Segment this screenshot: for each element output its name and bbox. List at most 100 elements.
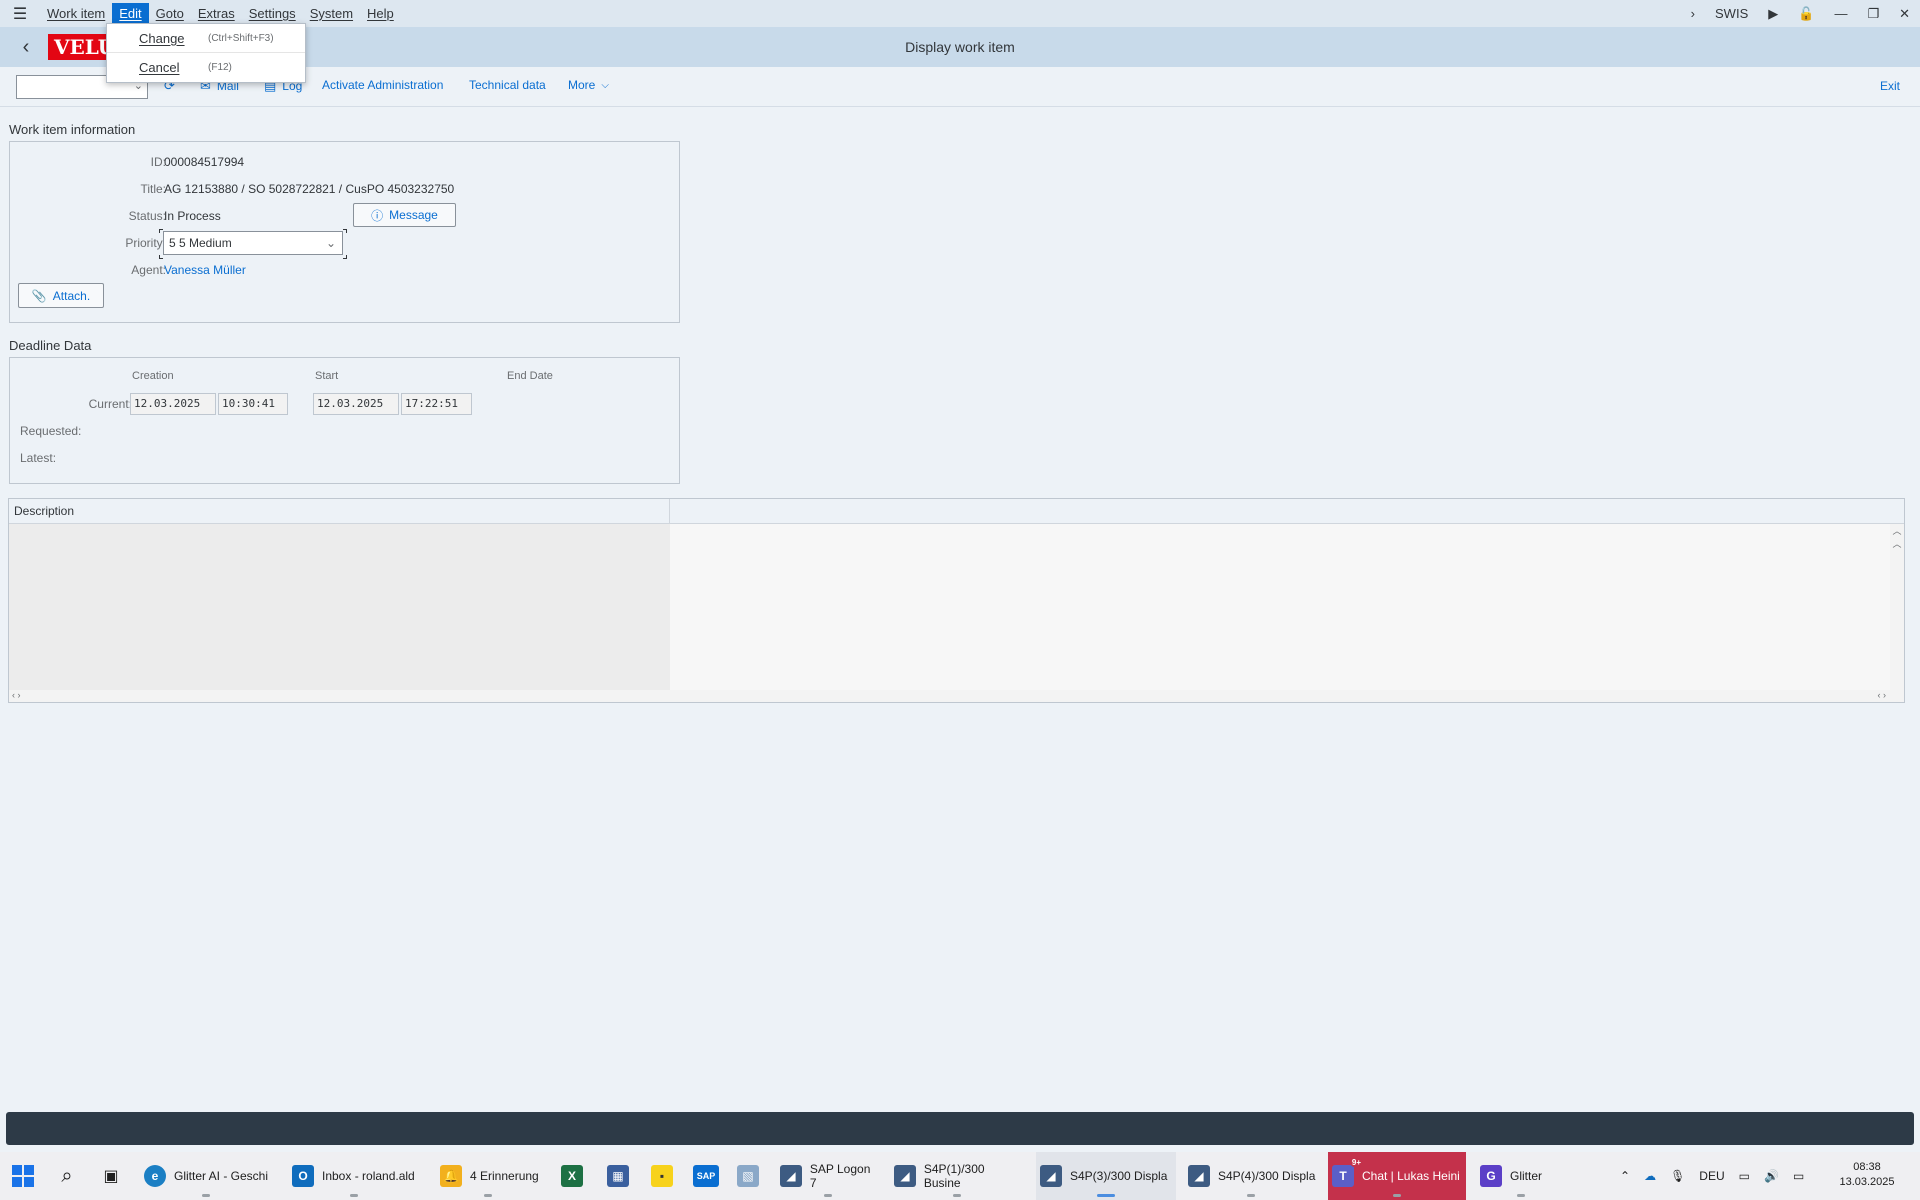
teams-icon: T 9+: [1332, 1158, 1363, 1187]
taskbar-item-s4p1[interactable]: ◢ S4P(1)/300 Busine: [890, 1152, 1024, 1200]
menu-goto[interactable]: Goto: [149, 3, 191, 25]
technical-data-button[interactable]: Technical data: [469, 78, 546, 92]
hamburger-menu-icon[interactable]: ☰: [0, 0, 40, 27]
taskbar-item-sap[interactable]: SAP: [689, 1152, 723, 1200]
outlook-icon: O: [292, 1165, 314, 1187]
calculator-icon: ▦: [607, 1165, 629, 1187]
clock[interactable]: 08:38 13.03.2025: [1832, 1160, 1902, 1190]
attachment-icon: 📎: [31, 288, 47, 303]
start-button[interactable]: [8, 1152, 38, 1200]
taskbar-item-label: Glitter: [1510, 1169, 1543, 1183]
focus-corner: [159, 255, 163, 259]
menu-edit[interactable]: Edit: [112, 2, 149, 25]
latest-label: Latest:: [20, 451, 57, 465]
notification-badge: 9+: [1349, 1158, 1363, 1167]
chevron-right-icon[interactable]: ›: [1681, 6, 1705, 21]
network-icon[interactable]: ▭: [1739, 1169, 1750, 1183]
menu-item-change[interactable]: Change (Ctrl+Shift+F3): [107, 24, 305, 52]
minimize-icon[interactable]: —: [1824, 6, 1857, 21]
menu-system[interactable]: System: [303, 3, 360, 25]
taskbar-item-sticky-notes[interactable]: ▪: [647, 1152, 677, 1200]
current-label: Current:: [88, 397, 132, 411]
focus-corner: [343, 255, 347, 259]
taskbar-item-teams[interactable]: T 9+ Chat | Lukas Heini: [1328, 1152, 1466, 1200]
menu-item-label: Change: [139, 30, 185, 46]
taskbar-item-image[interactable]: ▧: [733, 1152, 763, 1200]
edit-menu-dropdown: Change (Ctrl+Shift+F3) Cancel (F12): [106, 23, 306, 83]
windows-icon: [12, 1165, 34, 1187]
system-label: SWIS: [1715, 6, 1749, 21]
work-item-box: ID: 000084517994 Title: AG 12153880 / SO…: [9, 141, 680, 323]
attach-label: Attach.: [52, 288, 91, 303]
taskbar-item-outlook[interactable]: O Inbox - roland.ald: [288, 1152, 420, 1200]
taskbar-item-glitter[interactable]: G Glitter: [1476, 1152, 1566, 1200]
more-button[interactable]: More ⌵: [568, 78, 609, 92]
description-header: Description: [9, 499, 670, 524]
microphone-icon[interactable]: 🎙: [1670, 1169, 1685, 1183]
message-button[interactable]: ⓘ Message: [353, 203, 456, 227]
id-value: 000084517994: [164, 155, 245, 169]
chevron-up-icon[interactable]: ⌃: [1620, 1169, 1630, 1183]
task-view-icon[interactable]: ▣: [96, 1152, 126, 1200]
taskbar-item-label: 4 Erinnerung: [470, 1169, 539, 1183]
creation-date-field[interactable]: 12.03.2025: [130, 393, 216, 415]
scroll-right-icon[interactable]: ‹ ›: [1878, 690, 1887, 700]
excel-icon: X: [561, 1165, 583, 1187]
menu-settings[interactable]: Settings: [242, 3, 303, 25]
edge-icon: e: [144, 1165, 166, 1187]
menu-work-item[interactable]: Work item: [40, 3, 112, 25]
taskbar-item-s4p4[interactable]: ◢ S4P(4)/300 Displa: [1184, 1152, 1318, 1200]
chevron-down-icon: ⌄: [325, 236, 336, 250]
requested-label: Requested:: [20, 424, 82, 438]
horizontal-scrollbar[interactable]: ‹ › ‹ ›: [9, 690, 1904, 702]
system-tray: ⌃ ☁ 🎙 DEU ▭ 🔊 ▭: [1620, 1152, 1804, 1200]
column-end-date: End Date: [507, 370, 553, 382]
search-icon[interactable]: ⌕: [52, 1152, 82, 1200]
priority-select[interactable]: 5 5 Medium ⌄: [163, 231, 343, 255]
back-arrow-icon[interactable]: ‹: [14, 35, 38, 59]
sap-logon-icon: ◢: [780, 1165, 802, 1187]
activate-administration-button[interactable]: Activate Administration: [322, 78, 443, 92]
description-panel: Description ︿ ︿ ‹ › ‹ ›: [8, 498, 1905, 703]
taskbar-item-s4p3[interactable]: ◢ S4P(3)/300 Displa: [1036, 1152, 1176, 1200]
image-icon: ▧: [737, 1165, 759, 1187]
sticky-notes-icon: ▪: [651, 1165, 673, 1187]
exit-button[interactable]: Exit: [1880, 79, 1900, 93]
creation-time-field[interactable]: 10:30:41: [218, 393, 288, 415]
windows-taskbar: ⌕ ▣ e Glitter AI - Geschi O Inbox - rola…: [0, 1152, 1920, 1200]
taskbar-item-excel[interactable]: X: [557, 1152, 587, 1200]
status-bar: [6, 1112, 1914, 1145]
restore-icon[interactable]: ❐: [1857, 6, 1889, 22]
chevron-down-icon: ⌵: [601, 79, 609, 91]
unlock-icon[interactable]: 🔓: [1788, 6, 1824, 22]
battery-icon[interactable]: ▭: [1793, 1169, 1804, 1183]
start-time-field[interactable]: 17:22:51: [401, 393, 472, 415]
focus-corner: [343, 229, 347, 233]
title-label: Title:: [140, 182, 166, 196]
attach-button[interactable]: 📎 Attach.: [18, 283, 104, 308]
description-list[interactable]: [9, 524, 670, 691]
menu-item-cancel[interactable]: Cancel (F12): [107, 53, 305, 81]
language-indicator[interactable]: DEU: [1699, 1169, 1724, 1183]
status-value: In Process: [164, 209, 221, 223]
column-start: Start: [315, 370, 339, 382]
taskbar-item-reminders[interactable]: 🔔 4 Erinnerung: [436, 1152, 540, 1200]
taskbar-item-sap-logon[interactable]: ◢ SAP Logon 7: [776, 1152, 880, 1200]
menu-item-label: Cancel: [139, 59, 180, 75]
taskbar-item-label: Glitter AI - Geschi: [174, 1169, 269, 1183]
scroll-left-icon[interactable]: ‹ ›: [12, 690, 21, 700]
volume-icon[interactable]: 🔊: [1764, 1169, 1779, 1183]
agent-link[interactable]: Vanessa Müller: [164, 263, 246, 277]
close-icon[interactable]: ✕: [1889, 6, 1920, 22]
start-date-field[interactable]: 12.03.2025: [313, 393, 399, 415]
deadline-box: Creation Start End Date Current: 12.03.2…: [9, 357, 680, 484]
velux-logo: VELUX: [48, 34, 110, 60]
menu-help[interactable]: Help: [360, 3, 401, 25]
vertical-scrollbar[interactable]: ︿ ︿: [1890, 524, 1904, 691]
taskbar-item-glitter-ai[interactable]: e Glitter AI - Geschi: [140, 1152, 272, 1200]
menu-extras[interactable]: Extras: [191, 3, 242, 25]
taskbar-item-calculator[interactable]: ▦: [603, 1152, 633, 1200]
description-editor[interactable]: [670, 524, 1890, 691]
onedrive-icon[interactable]: ☁: [1644, 1169, 1656, 1183]
play-icon[interactable]: ▶: [1758, 6, 1788, 22]
